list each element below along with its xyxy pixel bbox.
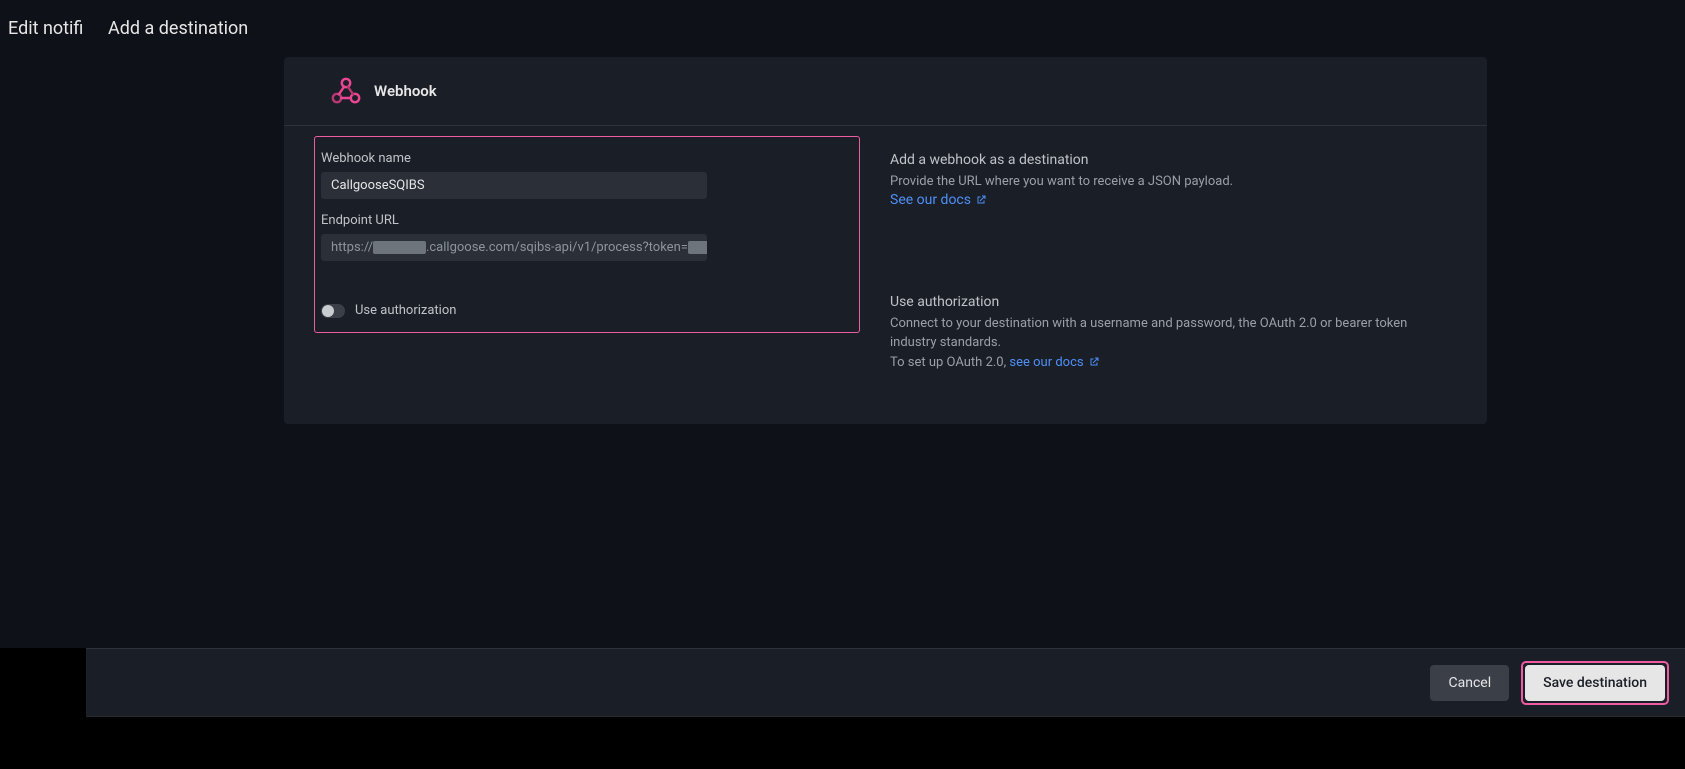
panel-title: Webhook: [374, 82, 437, 100]
save-destination-button[interactable]: Save destination: [1525, 665, 1665, 701]
external-link-icon: [975, 194, 987, 206]
background-strip-bottom: [86, 716, 1685, 769]
webhook-help-title: Add a webhook as a destination: [890, 152, 1447, 168]
auth-help-text: Connect to your destination with a usern…: [890, 314, 1447, 353]
external-link-icon: [1088, 356, 1100, 368]
webhook-help-block: Add a webhook as a destination Provide t…: [890, 152, 1447, 208]
auth-help-title: Use authorization: [890, 294, 1447, 310]
add-destination-modal: Add a destination Webhook Webhook na: [86, 0, 1685, 769]
panel-body: Webhook name Endpoint URL https:// _____…: [284, 126, 1487, 424]
webhook-docs-link[interactable]: See our docs: [890, 192, 987, 208]
webhook-panel: Webhook Webhook name Endpoint URL https:…: [284, 57, 1487, 424]
endpoint-url-group: Endpoint URL https:// _________ .callgoo…: [321, 213, 839, 261]
webhook-icon: [330, 75, 362, 107]
use-authorization-label: Use authorization: [355, 303, 456, 318]
use-authorization-row: Use authorization: [321, 303, 839, 318]
modal-title: Add a destination: [86, 0, 1685, 57]
cancel-button[interactable]: Cancel: [1430, 665, 1509, 701]
form-highlight-box: Webhook name Endpoint URL https:// _____…: [314, 136, 860, 333]
background-strip-left: [0, 648, 86, 769]
webhook-name-group: Webhook name: [321, 151, 839, 199]
form-column: Webhook name Endpoint URL https:// _____…: [284, 126, 860, 424]
webhook-name-input[interactable]: [321, 172, 707, 199]
endpoint-url-label: Endpoint URL: [321, 213, 839, 228]
panel-header: Webhook: [284, 57, 1487, 126]
modal-footer: Cancel Save destination: [86, 648, 1685, 716]
webhook-help-text: Provide the URL where you want to receiv…: [890, 172, 1447, 192]
auth-docs-link-text: see our docs: [1009, 353, 1083, 373]
webhook-name-label: Webhook name: [321, 151, 839, 166]
auth-oauth-line: To set up OAuth 2.0, see our docs: [890, 353, 1447, 373]
url-mid: .callgoose.com/sqibs-api/v1/process?toke…: [426, 240, 688, 255]
webhook-docs-link-text: See our docs: [890, 192, 971, 208]
url-redacted-token: ______: [688, 241, 707, 254]
endpoint-url-input[interactable]: https:// _________ .callgoose.com/sqibs-…: [321, 234, 707, 261]
auth-help-block: Use authorization Connect to your destin…: [890, 294, 1447, 373]
auth-oauth-prefix: To set up OAuth 2.0,: [890, 355, 1009, 370]
use-authorization-toggle[interactable]: [321, 304, 345, 318]
url-redacted-subdomain: _________: [373, 241, 426, 254]
background-page-title: Edit notifi: [8, 18, 83, 39]
help-column: Add a webhook as a destination Provide t…: [860, 126, 1487, 424]
auth-docs-link[interactable]: see our docs: [1009, 353, 1099, 373]
save-button-highlight: Save destination: [1521, 661, 1669, 705]
url-prefix: https://: [331, 240, 373, 255]
